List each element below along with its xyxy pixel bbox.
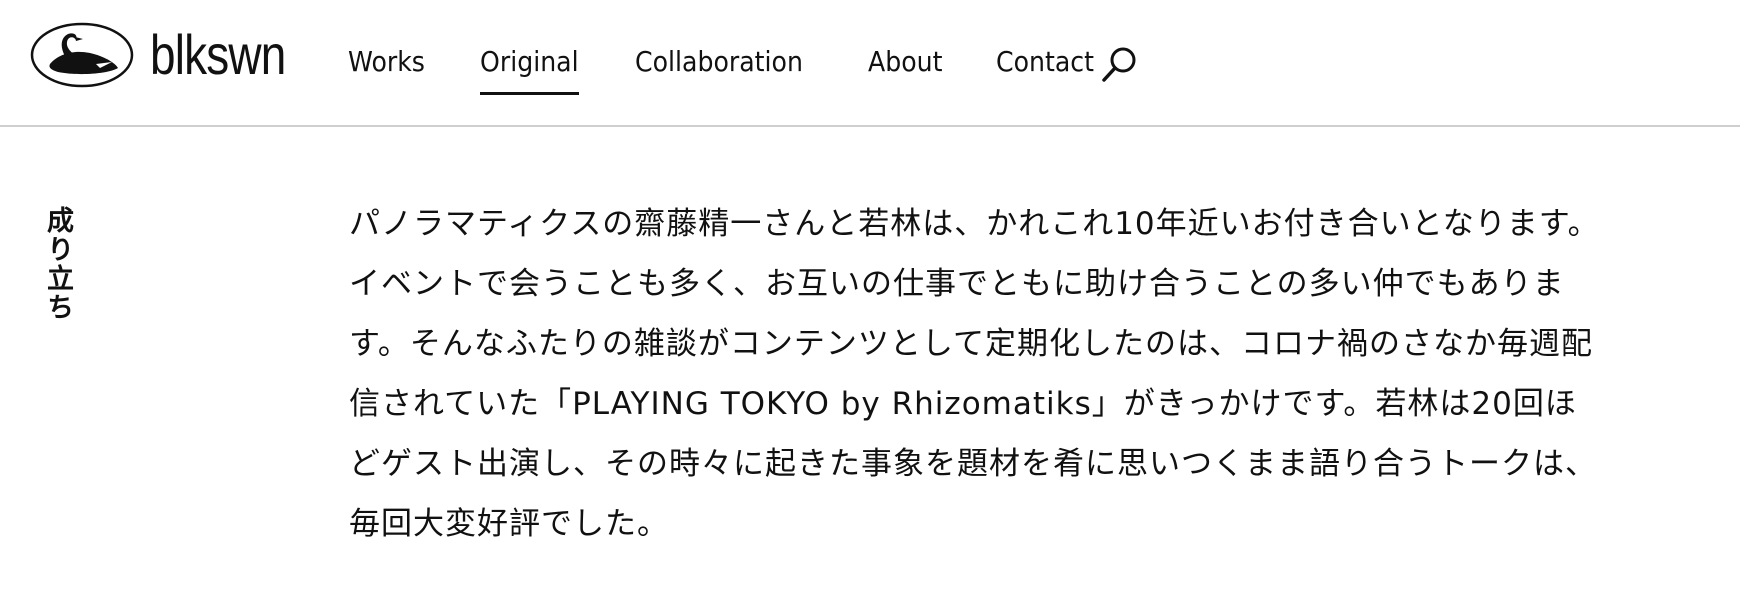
site-header: blkswn Works Original Collaboration Abou… — [0, 0, 1740, 127]
nav-works[interactable]: Works — [348, 38, 425, 76]
logo-text: blkswn — [150, 23, 286, 86]
logo-link[interactable]: blkswn — [30, 22, 315, 88]
nav-about[interactable]: About — [868, 38, 943, 76]
nav-contact[interactable]: Contact — [996, 38, 1094, 76]
nav-collaboration[interactable]: Collaboration — [635, 38, 803, 76]
main-nav: Works Original Collaboration About Conta… — [348, 38, 1151, 98]
body-paragraph: パノラマティクスの齋藤精一さんと若林は、かれこれ10年近いお付き合いとなります。… — [349, 206, 1600, 542]
search-icon — [1102, 47, 1136, 82]
nav-original[interactable]: Original — [479, 38, 578, 95]
search-button[interactable] — [1100, 44, 1140, 84]
section-label: 成り立ち — [42, 206, 73, 322]
swan-logo-icon — [30, 22, 134, 88]
